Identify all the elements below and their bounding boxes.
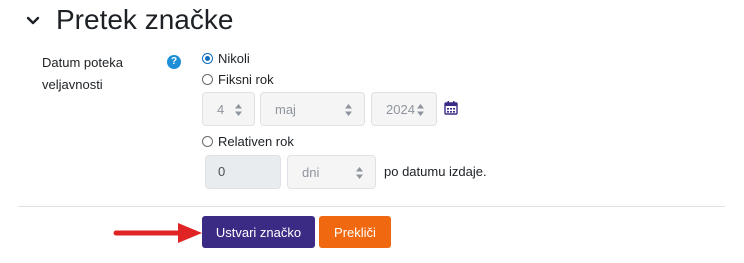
- calendar-icon[interactable]: [444, 101, 458, 115]
- period-unit-select[interactable]: dni: [287, 155, 376, 189]
- month-select[interactable]: maj: [260, 92, 365, 126]
- section-header[interactable]: Pretek značke: [26, 4, 233, 36]
- sort-arrows-icon: [235, 104, 242, 116]
- sort-arrows-icon: [356, 167, 363, 179]
- radio-label-fixed: Fiksni rok: [218, 72, 274, 87]
- divider: [18, 206, 725, 207]
- radio-button-fixed[interactable]: [202, 74, 213, 85]
- expiry-date-label: Datum poteka veljavnosti: [42, 55, 123, 92]
- period-suffix-text: po datumu izdaje.: [384, 164, 487, 179]
- relative-period-input[interactable]: 0: [205, 155, 281, 189]
- sort-arrows-icon: [417, 104, 424, 116]
- year-select-value: 2024: [386, 101, 415, 117]
- radio-button-relative[interactable]: [202, 136, 213, 147]
- sort-arrows-icon: [345, 104, 352, 116]
- radio-never[interactable]: Nikoli: [202, 51, 250, 66]
- create-badge-button[interactable]: Ustvari značko: [202, 216, 315, 248]
- period-unit-value: dni: [302, 164, 320, 180]
- chevron-down-icon[interactable]: [26, 14, 40, 28]
- radio-label-never: Nikoli: [218, 51, 250, 66]
- radio-label-relative: Relativen rok: [218, 134, 294, 149]
- day-select[interactable]: 4: [202, 92, 255, 126]
- question-circle-icon[interactable]: ?: [167, 55, 181, 69]
- radio-fixed[interactable]: Fiksni rok: [202, 72, 274, 87]
- year-select[interactable]: 2024: [371, 92, 437, 126]
- day-select-value: 4: [217, 101, 225, 117]
- radio-relative[interactable]: Relativen rok: [202, 134, 294, 149]
- cancel-button[interactable]: Prekliči: [319, 216, 391, 248]
- month-select-value: maj: [275, 101, 296, 117]
- annotation-arrow-icon: [113, 223, 202, 243]
- section-title: Pretek značke: [56, 4, 234, 35]
- radio-button-never[interactable]: [202, 53, 213, 64]
